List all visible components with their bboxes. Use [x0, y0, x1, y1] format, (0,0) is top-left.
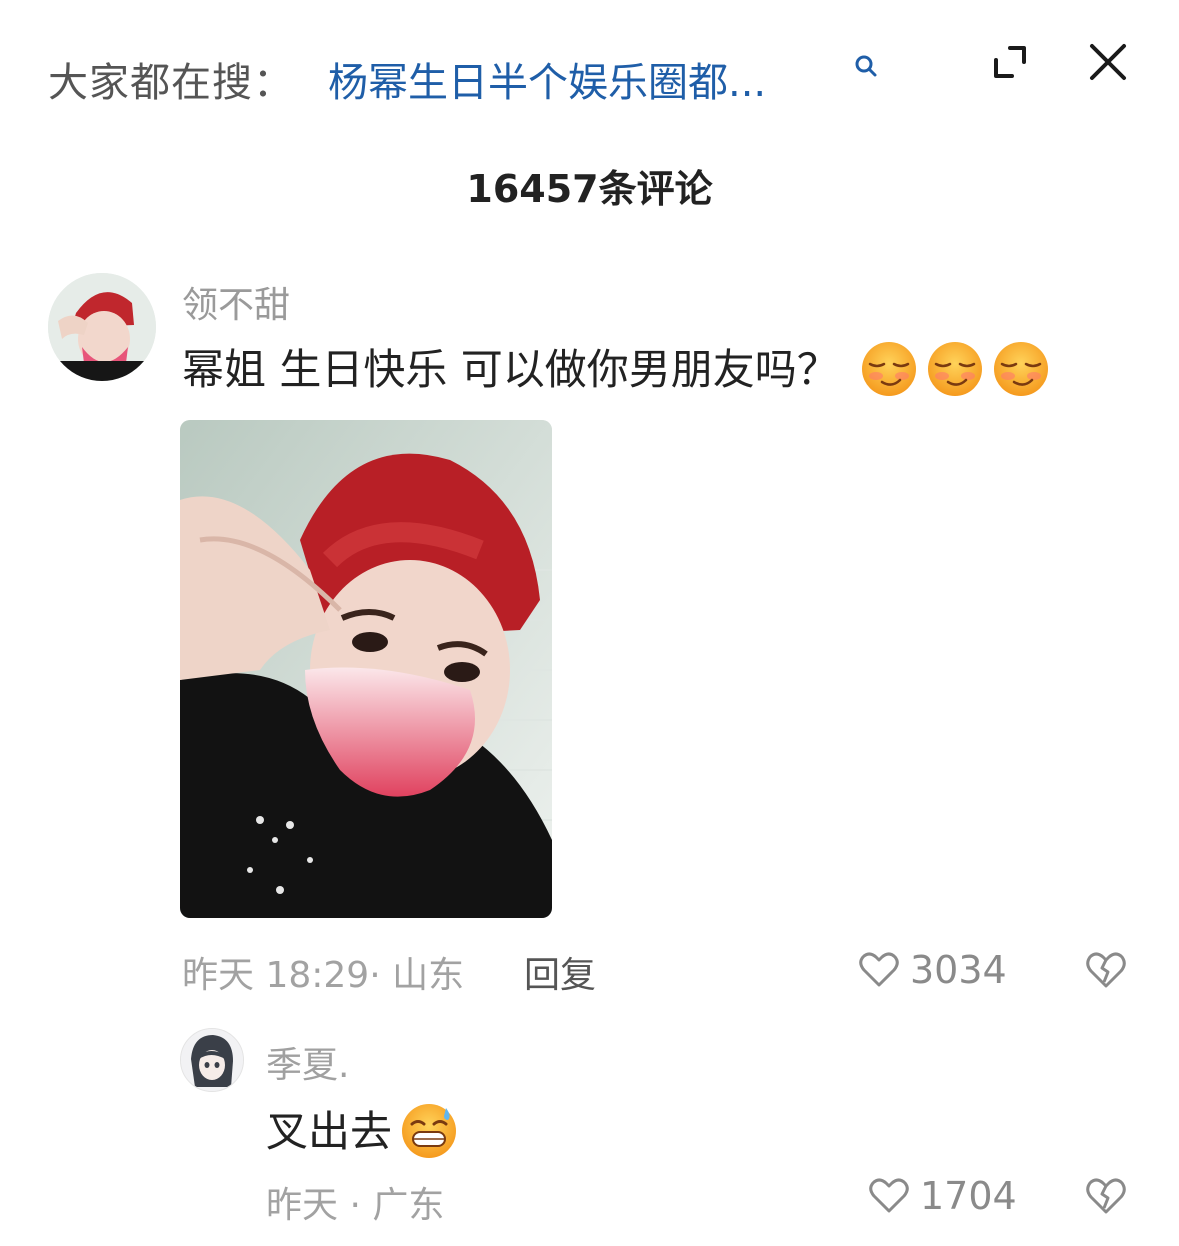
reply-meta: 昨天 · 广东: [266, 1176, 444, 1228]
reply-time: 昨天: [266, 1185, 339, 1226]
comment-meta: 昨天 18:29· 山东: [182, 946, 464, 998]
reply-text-content: 叉出去: [266, 1107, 393, 1156]
reply-button[interactable]: 回复: [524, 946, 596, 998]
like-count: 1704: [920, 1174, 1017, 1218]
reply-text: 叉出去: [266, 1098, 458, 1160]
broken-heart-icon[interactable]: [1084, 948, 1128, 992]
avatar-image: [181, 1029, 243, 1091]
expand-icon[interactable]: [988, 40, 1032, 84]
search-hint-prefix: 大家都在搜：: [48, 60, 294, 106]
smirk-emoji-icon: [994, 342, 1049, 396]
comment-username[interactable]: 领不甜: [182, 276, 290, 328]
smirk-emoji-icon: [862, 342, 917, 396]
meta-separator: ·: [338, 1185, 373, 1226]
selfie-image: [180, 420, 552, 918]
search-hint-bar: 大家都在搜： 杨幂生日半个娱乐圈都...: [48, 40, 1148, 110]
avatar[interactable]: [48, 273, 156, 381]
heart-outline-icon: [859, 952, 899, 987]
close-icon[interactable]: [1086, 40, 1130, 84]
search-hint-link[interactable]: 杨幂生日半个娱乐圈都...: [328, 50, 766, 108]
grin-sweat-emoji-icon: [402, 1104, 457, 1158]
comment-time: 昨天 18:29: [182, 955, 370, 996]
smirk-emoji-icon: [928, 342, 983, 396]
comments-panel: 大家都在搜： 杨幂生日半个娱乐圈都... 16457条评论 领不甜 幂姐 生日快…: [0, 0, 1179, 1246]
heart-outline-icon: [869, 1178, 909, 1213]
reply-username[interactable]: 季夏.: [266, 1036, 349, 1088]
comment-photo[interactable]: [180, 420, 552, 918]
comment-count: 16457条评论: [466, 167, 713, 211]
like-button[interactable]: 3034: [858, 948, 1007, 992]
avatar-image: [48, 273, 156, 381]
comment-text-content: 幂姐 生日快乐 可以做你男朋友吗？: [182, 345, 839, 394]
comment-location: 山东: [392, 955, 465, 996]
comment-text: 幂姐 生日快乐 可以做你男朋友吗？: [182, 336, 1050, 398]
meta-separator: ·: [369, 955, 381, 996]
broken-heart-icon[interactable]: [1084, 1174, 1128, 1218]
like-count: 3034: [910, 948, 1007, 992]
search-icon[interactable]: [852, 52, 880, 80]
avatar[interactable]: [180, 1028, 244, 1092]
like-button[interactable]: 1704: [868, 1174, 1017, 1218]
reply-location: 广东: [372, 1185, 445, 1226]
